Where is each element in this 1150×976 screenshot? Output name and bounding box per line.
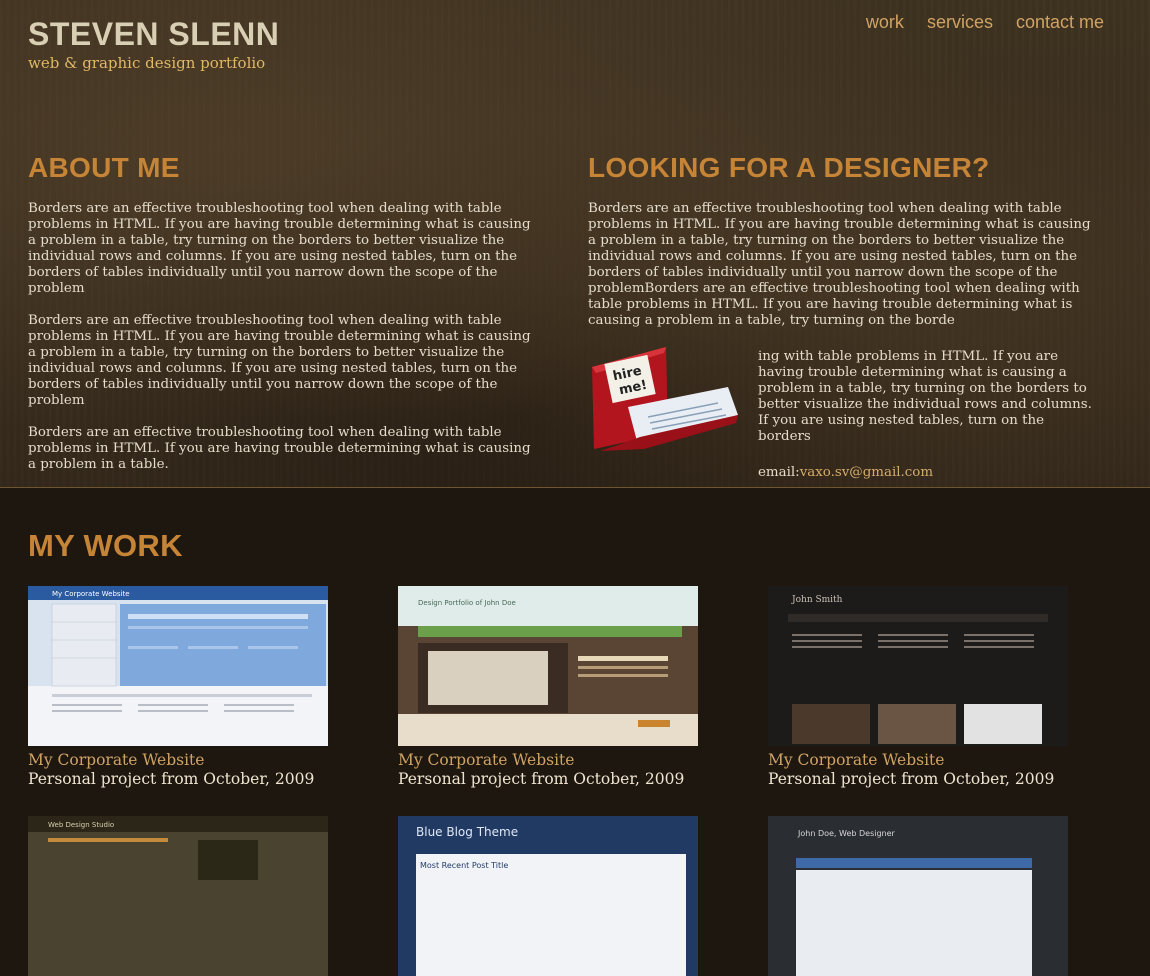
nav-work[interactable]: work xyxy=(866,12,904,33)
work-card[interactable]: Web Design Studio xyxy=(28,816,328,976)
hero-section: STEVEN SLENN web & graphic design portfo… xyxy=(0,0,1150,488)
hire-paragraph: Borders are an effective troubleshooting… xyxy=(588,201,1091,328)
email-line: email:vaxo.sv@gmail.com xyxy=(758,465,1093,480)
svg-text:Blue Blog Theme: Blue Blog Theme xyxy=(416,825,518,839)
about-section: ABOUT ME Borders are an effective troubl… xyxy=(28,152,533,489)
work-thumbnail[interactable]: Web Design Studio xyxy=(28,816,328,976)
work-section: MY WORK My Corporate Website My Corporat… xyxy=(0,488,1150,976)
work-card[interactable]: My Corporate Website My Corporate Websit… xyxy=(28,586,328,788)
work-card-title[interactable]: My Corporate Website xyxy=(28,751,328,769)
email-link[interactable]: vaxo.sv@gmail.com xyxy=(800,465,933,480)
work-thumbnail[interactable]: John Smith xyxy=(768,586,1068,746)
work-thumbnail[interactable]: Design Portfolio of John Doe xyxy=(398,586,698,746)
work-card-subtitle: Personal project from October, 2009 xyxy=(768,770,1055,788)
site-name: STEVEN SLENN xyxy=(28,16,280,52)
work-card[interactable]: Design Portfolio of John Doe My Corporat… xyxy=(398,586,698,788)
work-thumbnail[interactable]: Blue Blog Theme Most Recent Post Title xyxy=(398,816,698,976)
main-nav: work services contact me xyxy=(866,12,1104,33)
work-card-subtitle: Personal project from October, 2009 xyxy=(398,770,685,788)
about-heading: ABOUT ME xyxy=(28,152,180,183)
hire-side-text: ing with table problems in HTML. If you … xyxy=(758,349,1093,480)
hire-side-paragraph: ing with table problems in HTML. If you … xyxy=(758,349,1092,444)
hire-section: LOOKING FOR A DESIGNER? Borders are an e… xyxy=(588,152,1093,480)
work-card[interactable]: John Doe, Web Designer xyxy=(768,816,1068,976)
nav-services[interactable]: services xyxy=(927,12,993,33)
work-card-subtitle: Personal project from October, 2009 xyxy=(28,770,315,788)
about-paragraph: Borders are an effective troubleshooting… xyxy=(28,201,531,296)
work-thumbnail[interactable]: John Doe, Web Designer xyxy=(768,816,1068,976)
email-label: email: xyxy=(758,465,800,480)
svg-text:Design Portfolio of John Doe: Design Portfolio of John Doe xyxy=(418,599,516,607)
svg-text:My Corporate Website: My Corporate Website xyxy=(52,590,130,598)
about-paragraph: Borders are an effective troubleshooting… xyxy=(28,313,531,408)
nav-contact-me[interactable]: contact me xyxy=(1016,12,1104,33)
svg-text:Most Recent Post Title: Most Recent Post Title xyxy=(420,861,508,870)
work-thumbnail[interactable]: My Corporate Website xyxy=(28,586,328,746)
work-heading: MY WORK xyxy=(28,528,183,563)
svg-text:John Smith: John Smith xyxy=(791,595,843,605)
about-paragraph: Borders are an effective troubleshooting… xyxy=(28,425,531,472)
svg-text:Web Design Studio: Web Design Studio xyxy=(48,821,114,829)
svg-text:John Doe, Web Designer: John Doe, Web Designer xyxy=(797,829,896,838)
hire-heading: LOOKING FOR A DESIGNER? xyxy=(588,152,990,183)
hire-row: hire me! ing with table problems in HTML… xyxy=(588,347,1093,480)
hire-me-folder-icon: hire me! xyxy=(592,347,738,451)
work-card-title[interactable]: My Corporate Website xyxy=(398,751,698,769)
work-card-title[interactable]: My Corporate Website xyxy=(768,751,1068,769)
work-card[interactable]: Blue Blog Theme Most Recent Post Title xyxy=(398,816,698,976)
site-tagline: web & graphic design portfolio xyxy=(28,54,266,72)
work-card[interactable]: John Smith My Corporate Website Personal… xyxy=(768,586,1068,788)
